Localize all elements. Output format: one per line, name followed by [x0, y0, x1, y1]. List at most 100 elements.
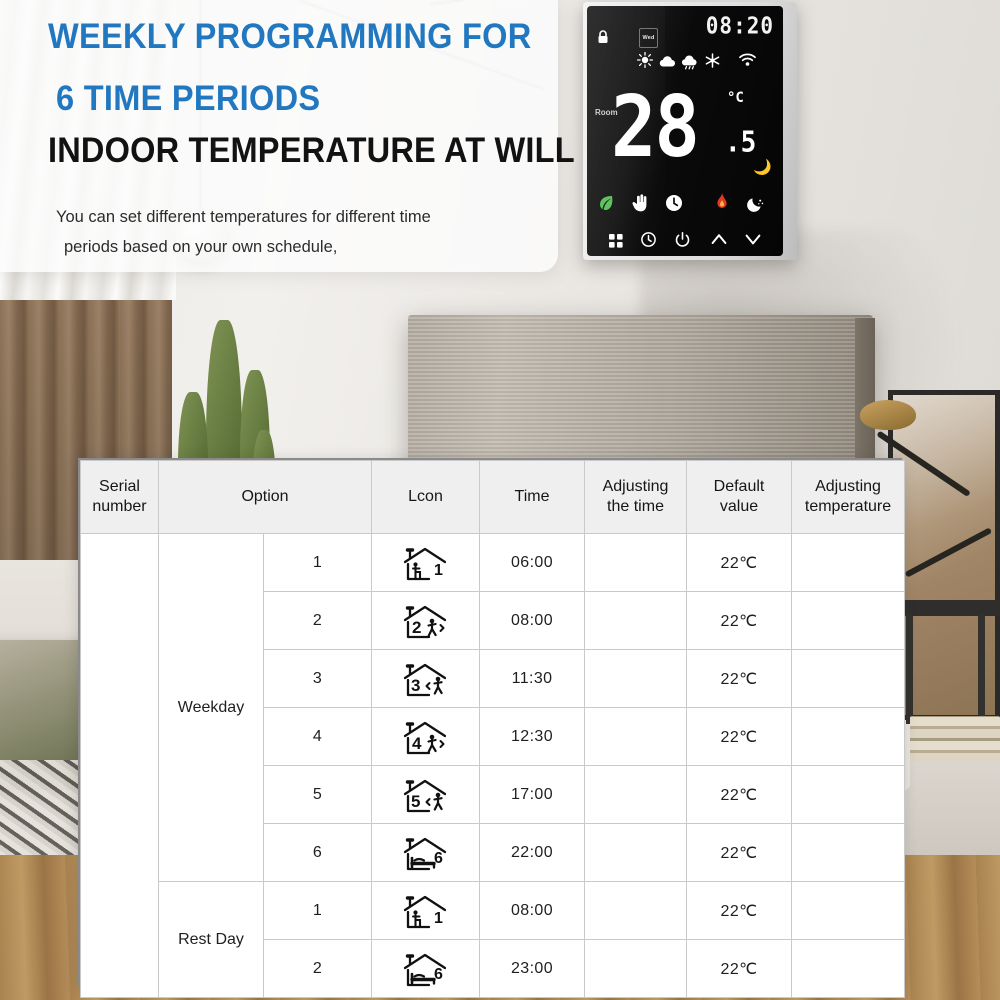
night-indicator-icon: 🌙: [753, 159, 772, 176]
default-value-cell: 22℃: [686, 707, 793, 766]
default-value-cell: 22℃: [686, 939, 793, 998]
svg-text:5: 5: [411, 792, 420, 811]
manual-hand-icon[interactable]: [631, 194, 648, 215]
hero-headline-line2: 6 TIME PERIODS: [56, 79, 321, 118]
adjust-temperature-cell[interactable]: [791, 649, 906, 708]
header-option: Option: [157, 460, 373, 534]
house-person-sitting-1-icon: 1: [372, 882, 479, 939]
lamp-head: [860, 400, 916, 430]
adjust-time-cell[interactable]: [584, 765, 688, 824]
house-person-sitting-1-icon: 1: [372, 534, 479, 591]
default-value-cell: 22℃: [686, 823, 793, 882]
stacked-books: [910, 716, 1000, 762]
icon-cell: 6: [371, 823, 481, 882]
header-default-line1: Default: [713, 478, 765, 495]
header-adjusting-time: Adjusting the time: [584, 460, 688, 534]
house-person-leaving-2-icon: 2: [372, 592, 479, 649]
adjust-time-cell[interactable]: [584, 881, 688, 940]
thermostat-mode-row: [587, 193, 783, 224]
time-cell: 22:00: [479, 823, 586, 882]
adjust-temperature-cell[interactable]: [791, 765, 906, 824]
day-indicator-label: Wed: [642, 35, 655, 41]
power-icon[interactable]: [675, 232, 690, 250]
cloud-icon: [659, 55, 676, 73]
thermostat-screen[interactable]: Wed 08:20 Room 28 °C .5 🌙: [587, 6, 783, 256]
adjust-time-cell[interactable]: [584, 939, 688, 998]
snowflake-icon: [705, 53, 720, 73]
header-adjusting-temperature: Adjusting temperature: [791, 460, 906, 534]
adjust-time-cell[interactable]: [584, 591, 688, 650]
header-adj-time-line2: the time: [607, 498, 664, 515]
time-cell: 23:00: [479, 939, 586, 998]
adjust-temperature-cell[interactable]: [791, 533, 906, 592]
svg-text:1: 1: [434, 562, 443, 579]
adjust-time-cell[interactable]: [584, 649, 688, 708]
temperature-unit: °C: [727, 90, 744, 106]
svg-text:1: 1: [434, 910, 443, 927]
header-serial-line2: number: [92, 498, 147, 515]
up-arrow-icon[interactable]: [711, 232, 727, 250]
clock-icon[interactable]: [665, 194, 683, 215]
hero-subtext-line1: You can set different temperatures for d…: [56, 208, 431, 226]
time-cell: 06:00: [479, 533, 586, 592]
lock-icon: [597, 30, 609, 49]
default-value-cell: 22℃: [686, 649, 793, 708]
period-number-cell: 1: [262, 533, 373, 592]
header-serial-number: Serial number: [80, 460, 159, 534]
header-adj-temp-line1: Adjusting: [815, 478, 881, 495]
house-bed-sleep-6-icon: 6: [372, 824, 479, 881]
schedule-table-container: Serial number Option Lcon Time Adjusting…: [78, 458, 906, 998]
adjust-time-cell[interactable]: [584, 707, 688, 766]
table-head: Serial number Option Lcon Time Adjusting…: [80, 460, 906, 534]
adjust-temperature-cell[interactable]: [791, 881, 906, 940]
svg-text:6: 6: [434, 966, 443, 983]
time-cell: 08:00: [479, 591, 586, 650]
adjust-time-cell[interactable]: [584, 533, 688, 592]
table-header-row: Serial number Option Lcon Time Adjusting…: [80, 460, 906, 534]
house-person-entering-5-icon: 5: [372, 766, 479, 823]
house-person-entering-3-icon: 3: [372, 650, 479, 707]
time-cell: 12:30: [479, 707, 586, 766]
period-number-cell: 2: [262, 939, 373, 998]
current-temperature: 28: [611, 76, 700, 177]
period-number-cell: 4: [262, 707, 373, 766]
thermostat-button-row: [587, 232, 783, 256]
default-value-cell: 22℃: [686, 533, 793, 592]
icon-cell: 3: [371, 649, 481, 708]
hero-text-card: WEEKLY PROGRAMMING FOR 6 TIME PERIODS IN…: [0, 0, 575, 272]
adjust-temperature-cell[interactable]: [791, 939, 906, 998]
adjust-temperature-cell[interactable]: [791, 591, 906, 650]
option-group-label-weekday: Weekday: [158, 533, 264, 882]
default-value-cell: 22℃: [686, 765, 793, 824]
header-adj-time-line1: Adjusting: [602, 478, 669, 495]
hero-headline-line3: INDOOR TEMPERATURE AT WILL: [48, 131, 575, 170]
hero-headline-line1: WEEKLY PROGRAMMING FOR: [48, 17, 532, 56]
thermostat-device[interactable]: Wed 08:20 Room 28 °C .5 🌙: [583, 2, 797, 264]
eco-leaf-icon[interactable]: [597, 194, 615, 215]
icon-cell: 6: [371, 939, 481, 998]
stool-leg-2: [978, 614, 985, 724]
adjust-temperature-cell[interactable]: [791, 707, 906, 766]
down-arrow-icon[interactable]: [745, 232, 761, 250]
night-moon-icon[interactable]: [747, 194, 765, 215]
svg-text:6: 6: [434, 850, 443, 867]
page-root: WEEKLY PROGRAMMING FOR 6 TIME PERIODS IN…: [0, 0, 1000, 1000]
icon-cell: 5: [371, 765, 481, 824]
hero-subtext-line2: periods based on your own schedule,: [64, 238, 338, 256]
adjust-temperature-cell[interactable]: [791, 823, 906, 882]
table-row: Weekday 1 1 06:00 22℃: [80, 533, 906, 998]
temperature-decimal: .5: [725, 126, 757, 159]
option-group-label-rest-day: Rest Day: [158, 881, 264, 998]
flame-icon[interactable]: [714, 193, 730, 216]
header-time: Time: [479, 460, 586, 534]
house-person-leaving-4-icon: 4: [372, 708, 479, 765]
adjust-time-cell[interactable]: [584, 823, 688, 882]
header-lcon: Lcon: [371, 460, 481, 534]
hero-subtext: You can set different temperatures for d…: [56, 202, 536, 262]
rain-cloud-icon: [681, 55, 698, 75]
time-cell: 08:00: [479, 881, 586, 940]
icon-cell: 2: [371, 591, 481, 650]
time-cell: 11:30: [479, 649, 586, 708]
menu-grid-icon[interactable]: [609, 234, 623, 251]
timer-icon[interactable]: [641, 232, 656, 250]
